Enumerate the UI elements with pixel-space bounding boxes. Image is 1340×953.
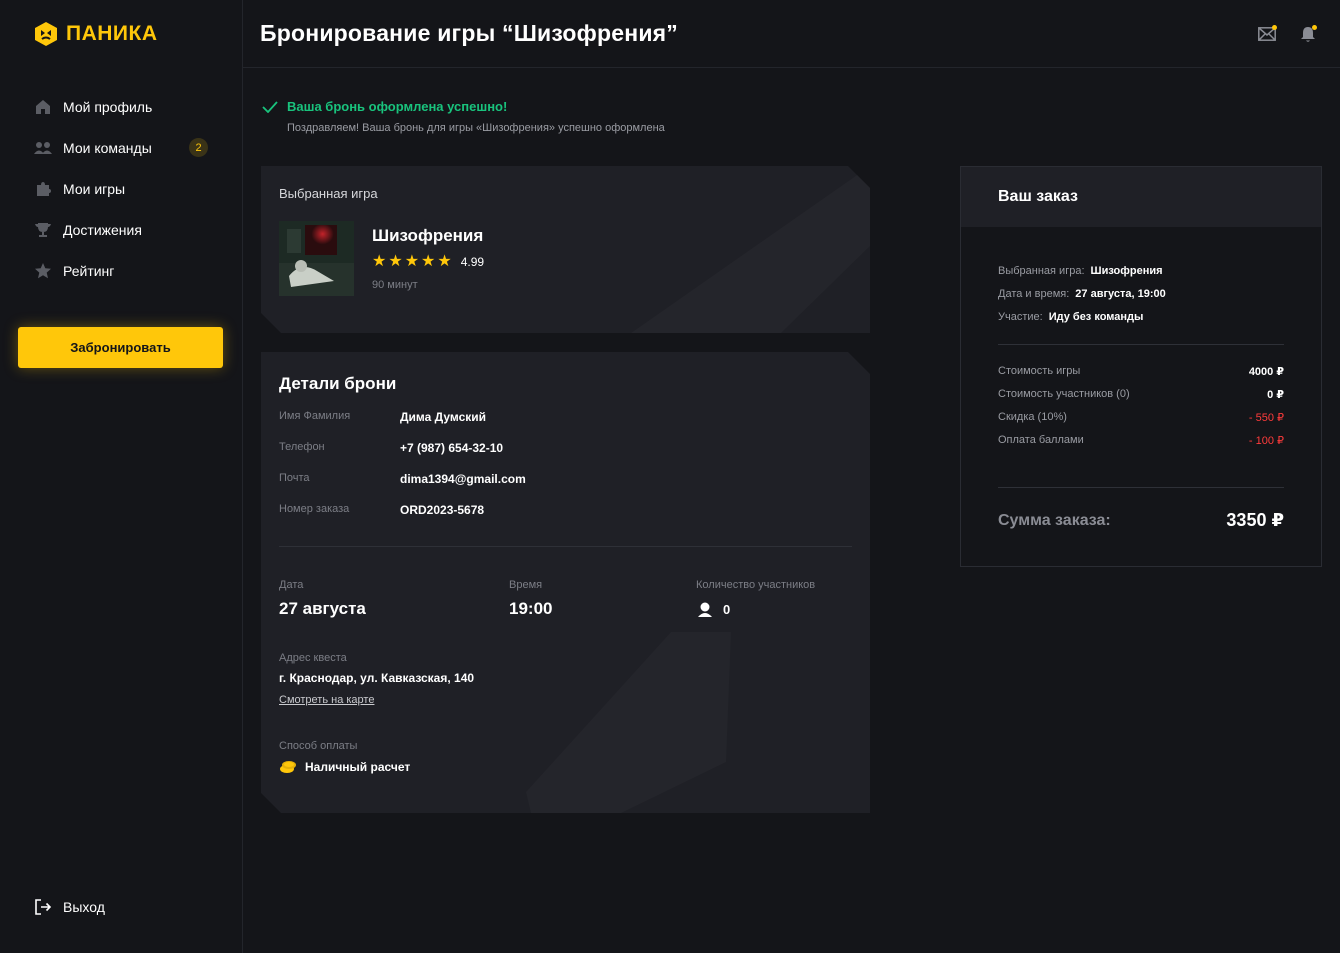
booking-details-card: Детали брони Имя Фамилия Дима Думский Те…: [261, 352, 870, 813]
game-name: Шизофрения: [372, 226, 484, 245]
detail-row-email: Почта dima1394@gmail.com: [279, 472, 526, 486]
logo[interactable]: ПАНИКА: [34, 21, 158, 47]
trophy-icon: [34, 221, 52, 239]
mail-icon[interactable]: [1258, 25, 1278, 43]
logout-button[interactable]: Выход: [34, 898, 105, 916]
participants-count: 0: [697, 602, 730, 617]
star-icon: ★: [404, 253, 420, 270]
star-icon: ★: [437, 253, 452, 270]
sidebar-item-label: Мои команды: [63, 139, 152, 156]
check-icon: [262, 100, 278, 113]
sidebar-item-games[interactable]: Мои игры: [0, 168, 242, 209]
total-value: 3350 ₽: [1226, 510, 1284, 530]
logout-icon: [35, 899, 52, 915]
team-icon: [34, 139, 52, 157]
page-title: Бронирование игры “Шизофрения”: [260, 20, 678, 46]
sidebar-item-profile[interactable]: Мой профиль: [0, 86, 242, 127]
sidebar-item-label: Мой профиль: [63, 98, 153, 115]
star-icon: ★: [421, 253, 436, 270]
date-label: Дата: [279, 579, 304, 591]
sidebar-item-label: Достижения: [63, 221, 142, 238]
logout-label: Выход: [63, 899, 105, 915]
selected-game-label: Выбранная игра: [279, 186, 378, 201]
divider: [998, 344, 1284, 345]
game-rating: ★ ★ ★ ★ ★ 4.99: [372, 254, 484, 270]
user-icon: [697, 602, 713, 617]
time-value: 19:00: [509, 599, 553, 618]
detail-row-phone: Телефон +7 (987) 654-32-10: [279, 441, 504, 455]
order-total: Сумма заказа: 3350 ₽: [998, 510, 1284, 531]
order-summary: Ваш заказ Выбранная игра: Шизофрения Дата…: [960, 166, 1322, 567]
star-icon: ★: [372, 253, 387, 270]
book-button[interactable]: Забронировать: [18, 327, 223, 368]
selected-game-card: Выбранная игра Шизофрения ★ ★ ★ ★ ★ 4.99…: [261, 166, 870, 333]
order-info-participation: Участие: Иду без команды: [998, 311, 1144, 323]
date-value: 27 августа: [279, 599, 366, 618]
order-title: Ваш заказ: [961, 167, 1321, 227]
address-value: г. Краснодар, ул. Кавказская, 140: [279, 671, 475, 685]
time-label: Время: [509, 579, 543, 591]
cost-row-game: Стоимость игры 4000 ₽: [998, 365, 1284, 378]
star-icon: ★: [388, 253, 403, 270]
divider: [279, 546, 852, 547]
participants-label: Количество участников: [696, 579, 816, 591]
detail-row-order-number: Номер заказа ORD2023-5678: [279, 503, 485, 517]
star-icon: [34, 262, 52, 280]
game-thumbnail[interactable]: [279, 221, 354, 296]
cost-row-points: Оплата баллами - 100 ₽: [998, 434, 1284, 447]
sidebar-nav: Мой профиль Мои команды 2 Мои игры Дости…: [0, 86, 242, 291]
cost-row-discount: Скидка (10%) - 550 ₽: [998, 411, 1284, 424]
divider: [998, 487, 1284, 488]
bell-icon[interactable]: [1300, 25, 1320, 43]
view-map-link[interactable]: Смотреть на карте: [279, 694, 374, 706]
coins-icon: [279, 760, 297, 774]
card-decoration: [521, 632, 741, 813]
rating-value: 4.99: [460, 255, 485, 269]
order-info-game: Выбранная игра: Шизофрения: [998, 265, 1163, 277]
sidebar: ПАНИКА Мой профиль Мои команды 2 Мои игр…: [0, 0, 243, 953]
logo-icon: [35, 22, 57, 46]
address-label: Адрес квеста: [279, 652, 347, 664]
brand-name: ПАНИКА: [66, 22, 158, 45]
sidebar-item-label: Рейтинг: [63, 262, 115, 279]
detail-row-name: Имя Фамилия Дима Думский: [279, 410, 487, 424]
card-decoration: [591, 166, 870, 333]
success-subtitle: Поздравляем! Ваша бронь для игры «Шизофр…: [287, 122, 665, 134]
payment-method: Наличный расчет: [279, 760, 410, 774]
sidebar-item-achievements[interactable]: Достижения: [0, 209, 242, 250]
sidebar-item-rating[interactable]: Рейтинг: [0, 250, 242, 291]
top-header: Бронирование игры “Шизофрения”: [243, 0, 1340, 68]
details-title: Детали брони: [279, 374, 397, 393]
sidebar-item-label: Мои игры: [63, 180, 126, 197]
success-title: Ваша бронь оформлена успешно!: [287, 99, 508, 114]
teams-count-badge: 2: [189, 138, 208, 157]
payment-label: Способ оплаты: [279, 740, 358, 752]
puzzle-icon: [34, 180, 52, 198]
game-duration: 90 минут: [372, 279, 418, 291]
total-label: Сумма заказа:: [998, 511, 1111, 529]
sidebar-item-teams[interactable]: Мои команды 2: [0, 127, 242, 168]
home-icon: [34, 98, 52, 116]
cost-row-participants: Стоимость участников (0) 0 ₽: [998, 388, 1284, 401]
order-info-datetime: Дата и время: 27 августа, 19:00: [998, 288, 1166, 300]
success-message: Ваша бронь оформлена успешно! Поздравляе…: [262, 99, 665, 134]
